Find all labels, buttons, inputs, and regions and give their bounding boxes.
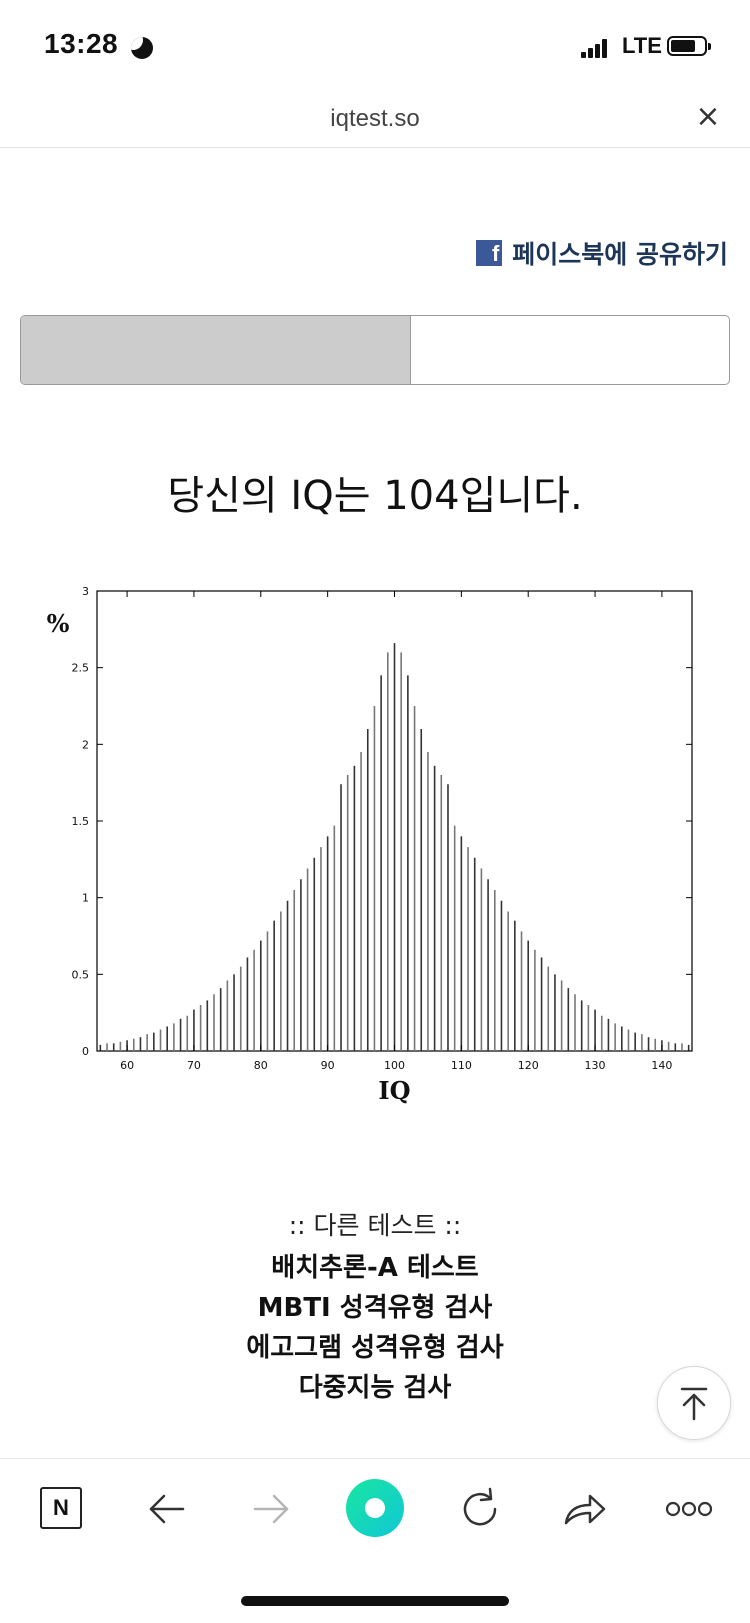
y-tick-label: 2: [82, 738, 89, 751]
home-indicator: [241, 1596, 509, 1606]
clock: 13:28: [44, 28, 119, 59]
x-tick-label: 120: [518, 1059, 539, 1072]
y-tick-label: 3: [82, 585, 89, 598]
moon-icon: [131, 37, 153, 59]
test-link-egogram[interactable]: 에고그램 성격유형 검사: [0, 1328, 750, 1368]
network-type: LTE: [622, 33, 662, 58]
x-tick-label: 90: [321, 1059, 335, 1072]
browser-toolbar: N: [0, 1458, 750, 1569]
iq-result-text: 당신의 IQ는 104입니다.: [167, 473, 583, 519]
x-tick-label: 60: [120, 1059, 134, 1072]
scroll-to-top-button[interactable]: [657, 1366, 731, 1440]
facebook-icon: f: [476, 240, 503, 266]
y-tick-label: 0: [82, 1045, 89, 1058]
facebook-share-link[interactable]: f 페이스북에 공유하기: [476, 235, 728, 271]
reload-icon[interactable]: [450, 1479, 510, 1539]
x-axis-label: IQ: [378, 1076, 410, 1105]
x-tick-label: 100: [384, 1059, 405, 1072]
share-icon[interactable]: [554, 1479, 614, 1539]
chart-svg: 0 0.5 1 1.5 2 2.5 3 60 70 80 90 100 110 120 130 140% IQ: [47, 585, 693, 1105]
home-icon[interactable]: [346, 1479, 404, 1537]
iq-distribution-chart: 0 0.5 1 1.5 2 2.5 3 60 70 80 90 100 110 120 130 140% IQ: [30, 576, 730, 1156]
arrow-right-icon[interactable]: [241, 1479, 301, 1539]
result-progress-bar: [20, 315, 730, 385]
test-link-layout-reasoning[interactable]: 배치추론-A 테스트: [0, 1248, 750, 1288]
x-tick-label: 110: [451, 1059, 472, 1072]
close-icon[interactable]: ×: [694, 102, 722, 132]
y-tick-label: 1.5: [72, 815, 90, 828]
test-link-multiple-intelligences[interactable]: 다중지능 검사: [0, 1368, 750, 1408]
more-icon[interactable]: [659, 1479, 719, 1539]
url-bar: iqtest.so ×: [0, 95, 750, 148]
url-text[interactable]: iqtest.so: [0, 105, 750, 133]
y-tick-label: 1: [82, 892, 89, 905]
facebook-share-label: 페이스북에 공유하기: [512, 240, 728, 269]
status-bar: 13:28 LTE: [0, 0, 750, 95]
other-tests-title: :: 다른 테스트 ::: [288, 1211, 462, 1240]
x-tick-label: 130: [585, 1059, 606, 1072]
battery-icon: [667, 36, 711, 56]
arrow-left-icon[interactable]: [137, 1479, 197, 1539]
x-tick-label: 80: [254, 1059, 268, 1072]
signal-icon: [581, 38, 609, 58]
naver-n-icon[interactable]: N: [40, 1487, 82, 1529]
y-axis-label: %: [47, 609, 70, 638]
y-tick-label: 0.5: [72, 968, 90, 981]
other-tests-section: :: 다른 테스트 :: 배치추론-A 테스트 MBTI 성격유형 검사 에고그…: [0, 1206, 750, 1408]
progress-fill: [21, 316, 412, 384]
x-tick-label: 70: [187, 1059, 201, 1072]
y-tick-label: 2.5: [72, 662, 90, 675]
arrow-up-to-top-icon: [680, 1387, 708, 1421]
test-link-mbti[interactable]: MBTI 성격유형 검사: [0, 1288, 750, 1328]
x-tick-label: 140: [651, 1059, 672, 1072]
